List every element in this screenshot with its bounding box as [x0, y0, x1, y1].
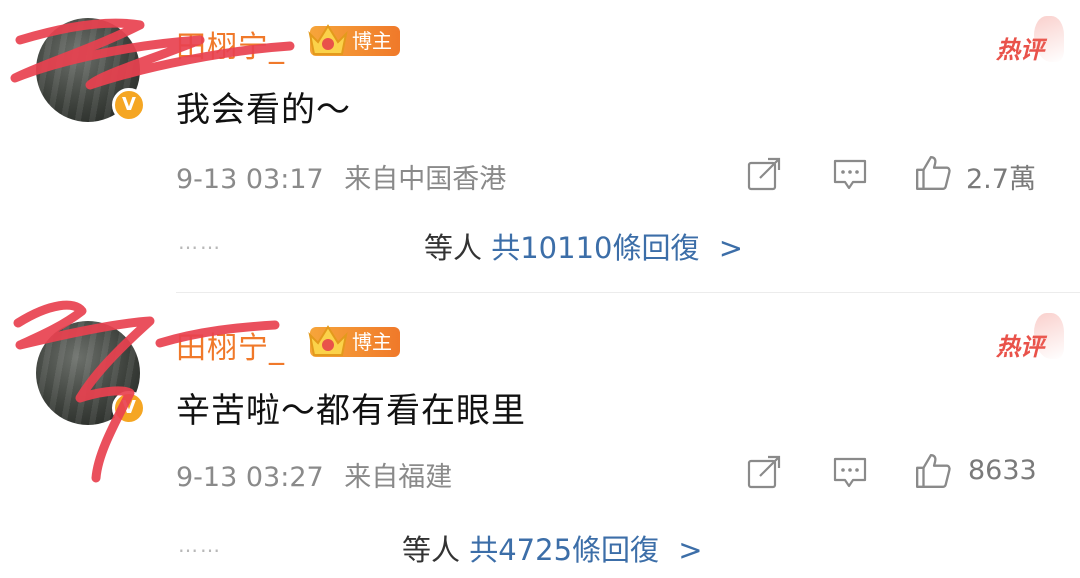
- hot-comment-badge: 热评: [996, 313, 1064, 362]
- chevron-right-icon: >: [718, 231, 744, 265]
- comment-location: 来自中国香港: [344, 164, 507, 195]
- comment-text: 我会看的～: [176, 90, 351, 130]
- reply-count: 共4725條回復: [469, 533, 660, 567]
- avatar[interactable]: V: [36, 321, 146, 425]
- blogger-badge-label: 博主: [352, 330, 392, 354]
- chevron-right-icon: >: [678, 533, 703, 567]
- view-replies-link[interactable]: 等人 共4725條回復 >: [402, 527, 703, 569]
- reply-avatars-placeholder: ……: [178, 533, 222, 557]
- comment-item-2: V 田栩宁_ 博主 热评 辛苦啦～都有看在眼里 9-13 03:27 来自福建 …: [0, 293, 1080, 578]
- crown-icon: [308, 24, 348, 55]
- username[interactable]: 田栩宁_: [176, 22, 285, 66]
- comment-icon[interactable]: [832, 156, 868, 192]
- avatar[interactable]: V: [36, 18, 146, 122]
- comment-time: 9-13 03:17: [176, 164, 324, 195]
- blogger-badge-label: 博主: [352, 29, 392, 53]
- thumbs-up-icon[interactable]: [914, 154, 952, 192]
- crown-icon: [308, 325, 348, 356]
- comment-location: 来自福建: [344, 462, 453, 493]
- comment-text: 辛苦啦～都有看在眼里: [176, 391, 526, 431]
- reply-avatars-placeholder: ……: [178, 230, 222, 254]
- thumbs-up-icon[interactable]: [914, 452, 952, 490]
- like-count: 8633: [968, 455, 1037, 486]
- share-icon[interactable]: [746, 454, 782, 490]
- reply-prefix: 等人: [402, 533, 461, 567]
- hot-comment-badge: 热评: [996, 16, 1064, 65]
- like-count: 2.7萬: [966, 164, 1036, 195]
- comment-time: 9-13 03:27: [176, 462, 324, 493]
- view-replies-link[interactable]: 等人 共10110條回復 >: [424, 225, 743, 267]
- comment-item-1: V 田栩宁_ 博主 热评 我会看的～ 9-13 03:17 来自中国香港 2.7…: [0, 0, 1080, 292]
- comment-meta: 9-13 03:27 来自福建: [176, 455, 452, 494]
- comment-meta: 9-13 03:17 来自中国香港: [176, 157, 506, 196]
- share-icon[interactable]: [746, 156, 782, 192]
- username[interactable]: 田栩宁_: [176, 323, 285, 367]
- reply-count: 共10110條回復: [491, 231, 700, 265]
- blogger-badge: 博主: [308, 24, 400, 56]
- reply-prefix: 等人: [424, 231, 483, 265]
- comment-icon[interactable]: [832, 454, 868, 490]
- blogger-badge: 博主: [308, 325, 400, 357]
- verified-icon: V: [112, 88, 146, 122]
- verified-icon: V: [112, 391, 146, 425]
